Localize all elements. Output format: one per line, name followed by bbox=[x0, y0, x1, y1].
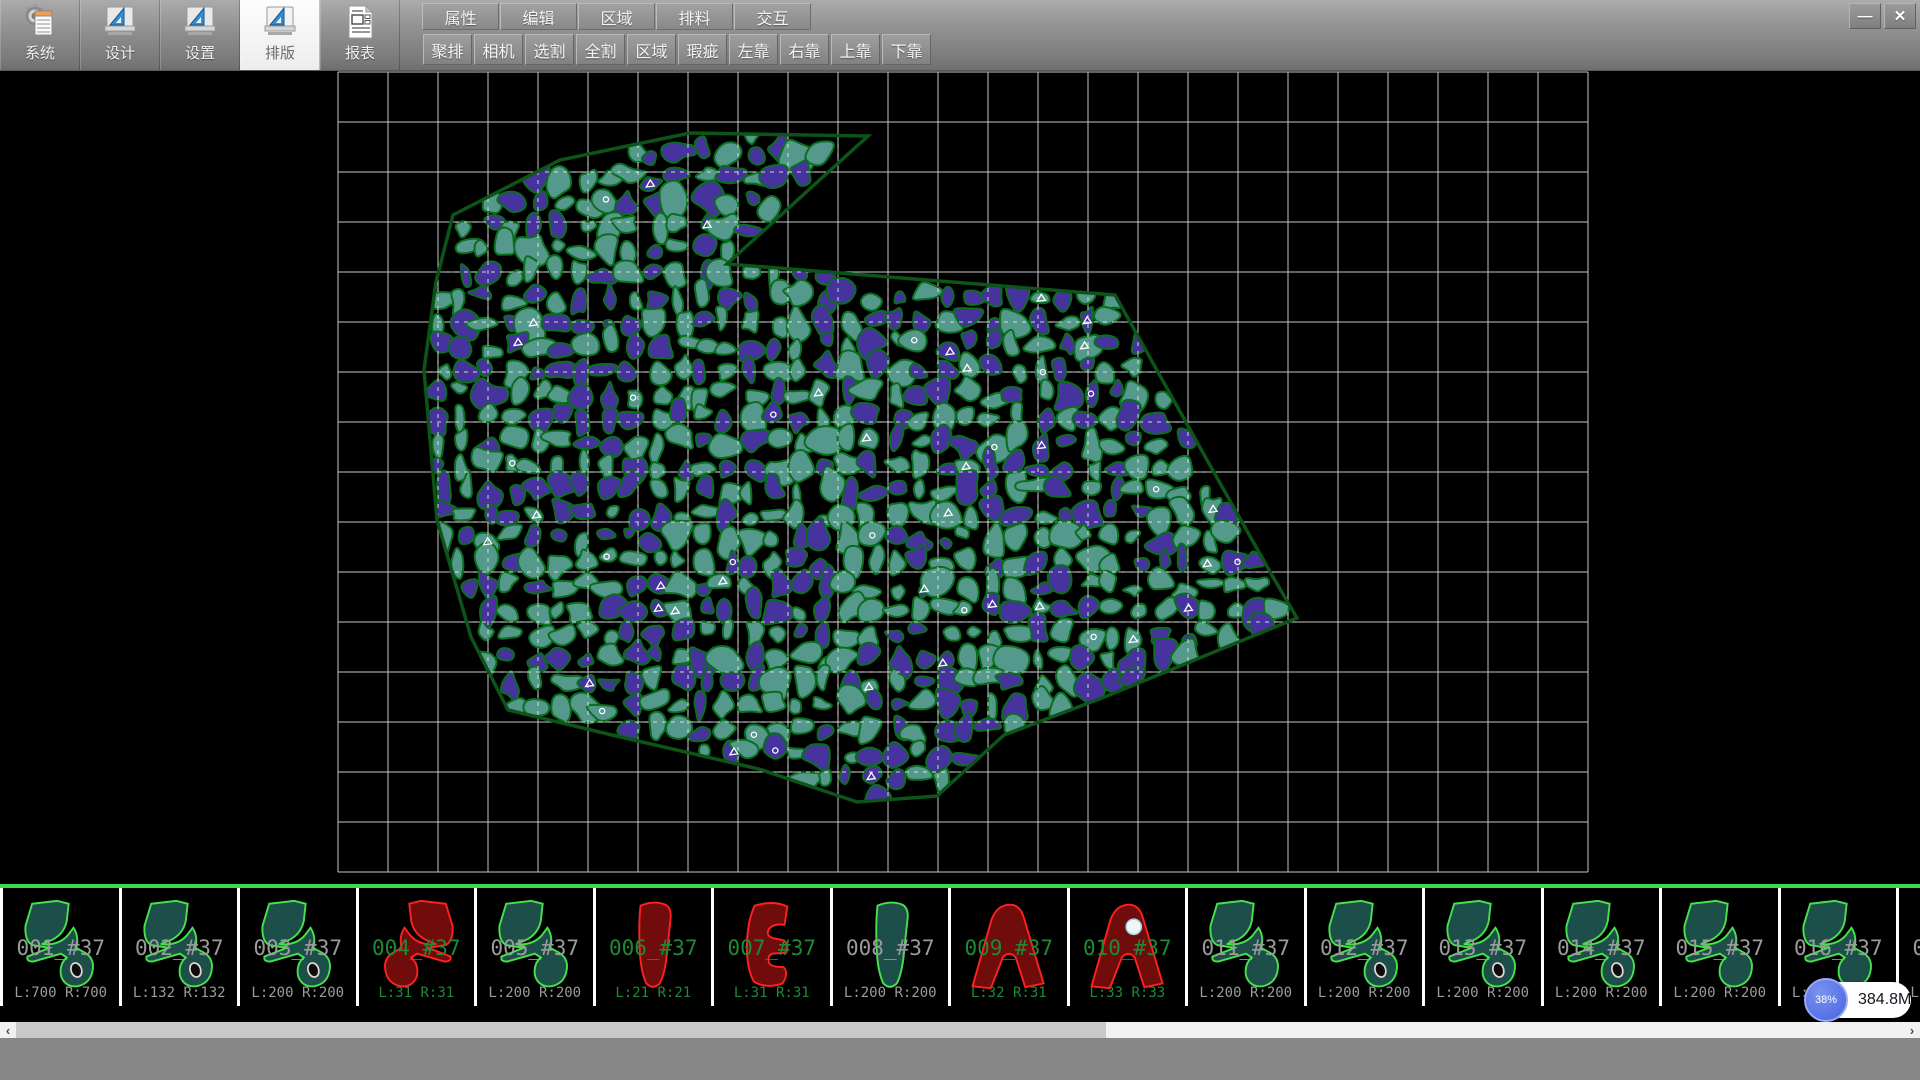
ribbon-toolbar: 系统 设计 设置 bbox=[0, 0, 1920, 71]
piece-shape-icon bbox=[487, 890, 583, 1002]
thumbnail-piece-008_#37[interactable]: 008_#37L:200 R:200 bbox=[833, 888, 952, 1006]
main-mode-buttons: 系统 设计 设置 bbox=[0, 0, 400, 70]
memory-percent-indicator: 38% bbox=[1804, 978, 1848, 1022]
design-ruler-icon bbox=[101, 4, 139, 40]
nesting-button-label: 排版 bbox=[265, 42, 295, 63]
scrollbar-thumb[interactable] bbox=[16, 1022, 1106, 1038]
tool-button-5[interactable]: 区域 bbox=[627, 34, 676, 65]
menu-tab-3[interactable]: 区域 bbox=[578, 3, 655, 30]
piece-shape-icon bbox=[843, 890, 939, 1002]
horizontal-scrollbar[interactable]: ‹ › bbox=[0, 1022, 1920, 1038]
close-button[interactable]: ✕ bbox=[1884, 3, 1916, 29]
piece-shape-icon bbox=[1435, 890, 1531, 1002]
tool-button-7[interactable]: 左靠 bbox=[729, 34, 778, 65]
thumbnail-piece-011_#37[interactable]: 011_#37L:200 R:200 bbox=[1188, 888, 1307, 1006]
report-button-label: 报表 bbox=[345, 42, 375, 63]
settings-button-label: 设置 bbox=[185, 42, 215, 63]
design-button-label: 设计 bbox=[105, 42, 135, 63]
menu-tab-4[interactable]: 排料 bbox=[656, 3, 733, 30]
piece-shape-icon bbox=[1909, 890, 1920, 1002]
piece-shape-icon bbox=[250, 890, 346, 1002]
thumbnail-piece-010_#37[interactable]: 010_#37L:33 R:33 bbox=[1070, 888, 1189, 1006]
thumbnail-piece-015_#37[interactable]: 015_#37L:200 R:200 bbox=[1662, 888, 1781, 1006]
report-doc-icon bbox=[341, 4, 379, 40]
piece-shape-icon bbox=[724, 890, 820, 1002]
scroll-left-arrow-icon[interactable]: ‹ bbox=[0, 1022, 16, 1038]
thumbnail-piece-002_#37[interactable]: 002_#37L:132 R:132 bbox=[122, 888, 241, 1006]
menu-tab-1[interactable]: 属性 bbox=[422, 3, 499, 30]
window-controls: — ✕ bbox=[1849, 3, 1916, 29]
thumbnail-piece-012_#37[interactable]: 012_#37L:200 R:200 bbox=[1307, 888, 1426, 1006]
piece-shape-icon bbox=[606, 890, 702, 1002]
thumbnail-piece-005_#37[interactable]: 005_#37L:200 R:200 bbox=[477, 888, 596, 1006]
gear-notebook-icon bbox=[21, 4, 59, 40]
thumbnail-piece-014_#37[interactable]: 014_#37L:200 R:200 bbox=[1544, 888, 1663, 1006]
thumbnail-piece-001_#37[interactable]: 001_#37L:700 R:700 bbox=[3, 888, 122, 1006]
piece-shape-icon bbox=[1672, 890, 1768, 1002]
piece-shape-icon bbox=[1080, 890, 1176, 1002]
settings-button[interactable]: 设置 bbox=[160, 0, 240, 70]
thumbnail-piece-007_#37[interactable]: 007_#37L:31 R:31 bbox=[714, 888, 833, 1006]
tool-button-4[interactable]: 全割 bbox=[576, 34, 625, 65]
thumbnail-piece-006_#37[interactable]: 006_#37L:21 R:21 bbox=[596, 888, 715, 1006]
nesting-ruler-icon bbox=[261, 4, 299, 40]
menu-tab-5[interactable]: 交互 bbox=[734, 3, 811, 30]
scroll-right-arrow-icon[interactable]: › bbox=[1904, 1022, 1920, 1038]
design-button[interactable]: 设计 bbox=[80, 0, 160, 70]
minimize-button[interactable]: — bbox=[1849, 3, 1881, 29]
canvas-svg bbox=[0, 70, 1920, 884]
menu-tab-2[interactable]: 编辑 bbox=[500, 3, 577, 30]
settings-ruler-icon bbox=[181, 4, 219, 40]
tool-button-6[interactable]: 瑕疵 bbox=[678, 34, 727, 65]
pieces-thumbnail-bar: 001_#37L:700 R:700002_#37L:132 R:132003_… bbox=[0, 888, 1920, 1006]
menu-tab-row: 属性编辑区域排料交互 bbox=[422, 3, 812, 30]
piece-shape-icon bbox=[961, 890, 1057, 1002]
tool-button-10[interactable]: 下靠 bbox=[882, 34, 931, 65]
piece-shape-icon bbox=[369, 890, 465, 1002]
thumbnail-piece-009_#37[interactable]: 009_#37L:32 R:31 bbox=[951, 888, 1070, 1006]
tool-button-2[interactable]: 相机 bbox=[474, 34, 523, 65]
tool-button-9[interactable]: 上靠 bbox=[831, 34, 880, 65]
tool-button-1[interactable]: 聚排 bbox=[423, 34, 472, 65]
system-button-label: 系统 bbox=[25, 42, 55, 63]
memory-usage-badge[interactable]: 38% 384.8M bbox=[1806, 982, 1911, 1018]
tool-button-8[interactable]: 右靠 bbox=[780, 34, 829, 65]
piece-shape-icon bbox=[1554, 890, 1650, 1002]
report-button[interactable]: 报表 bbox=[320, 0, 400, 70]
piece-shape-icon bbox=[1317, 890, 1413, 1002]
piece-shape-icon bbox=[1198, 890, 1294, 1002]
memory-percent-label: 38% bbox=[1815, 994, 1837, 1006]
nesting-canvas[interactable] bbox=[0, 70, 1920, 884]
memory-size-label: 384.8M bbox=[1858, 991, 1911, 1009]
nesting-app-window: 系统 设计 设置 bbox=[0, 0, 1920, 1080]
system-button[interactable]: 系统 bbox=[0, 0, 80, 70]
piece-shape-icon bbox=[13, 890, 109, 1002]
tool-button-row: 聚排相机选割全割区域瑕疵左靠右靠上靠下靠 bbox=[423, 34, 933, 65]
tool-button-3[interactable]: 选割 bbox=[525, 34, 574, 65]
nesting-button[interactable]: 排版 bbox=[240, 0, 320, 70]
thumbnail-piece-013_#37[interactable]: 013_#37L:200 R:200 bbox=[1425, 888, 1544, 1006]
status-bar bbox=[0, 1038, 1920, 1080]
piece-shape-icon bbox=[132, 890, 228, 1002]
thumbnail-piece-003_#37[interactable]: 003_#37L:200 R:200 bbox=[240, 888, 359, 1006]
thumbnail-piece-004_#37[interactable]: 004_#37L:31 R:31 bbox=[359, 888, 478, 1006]
